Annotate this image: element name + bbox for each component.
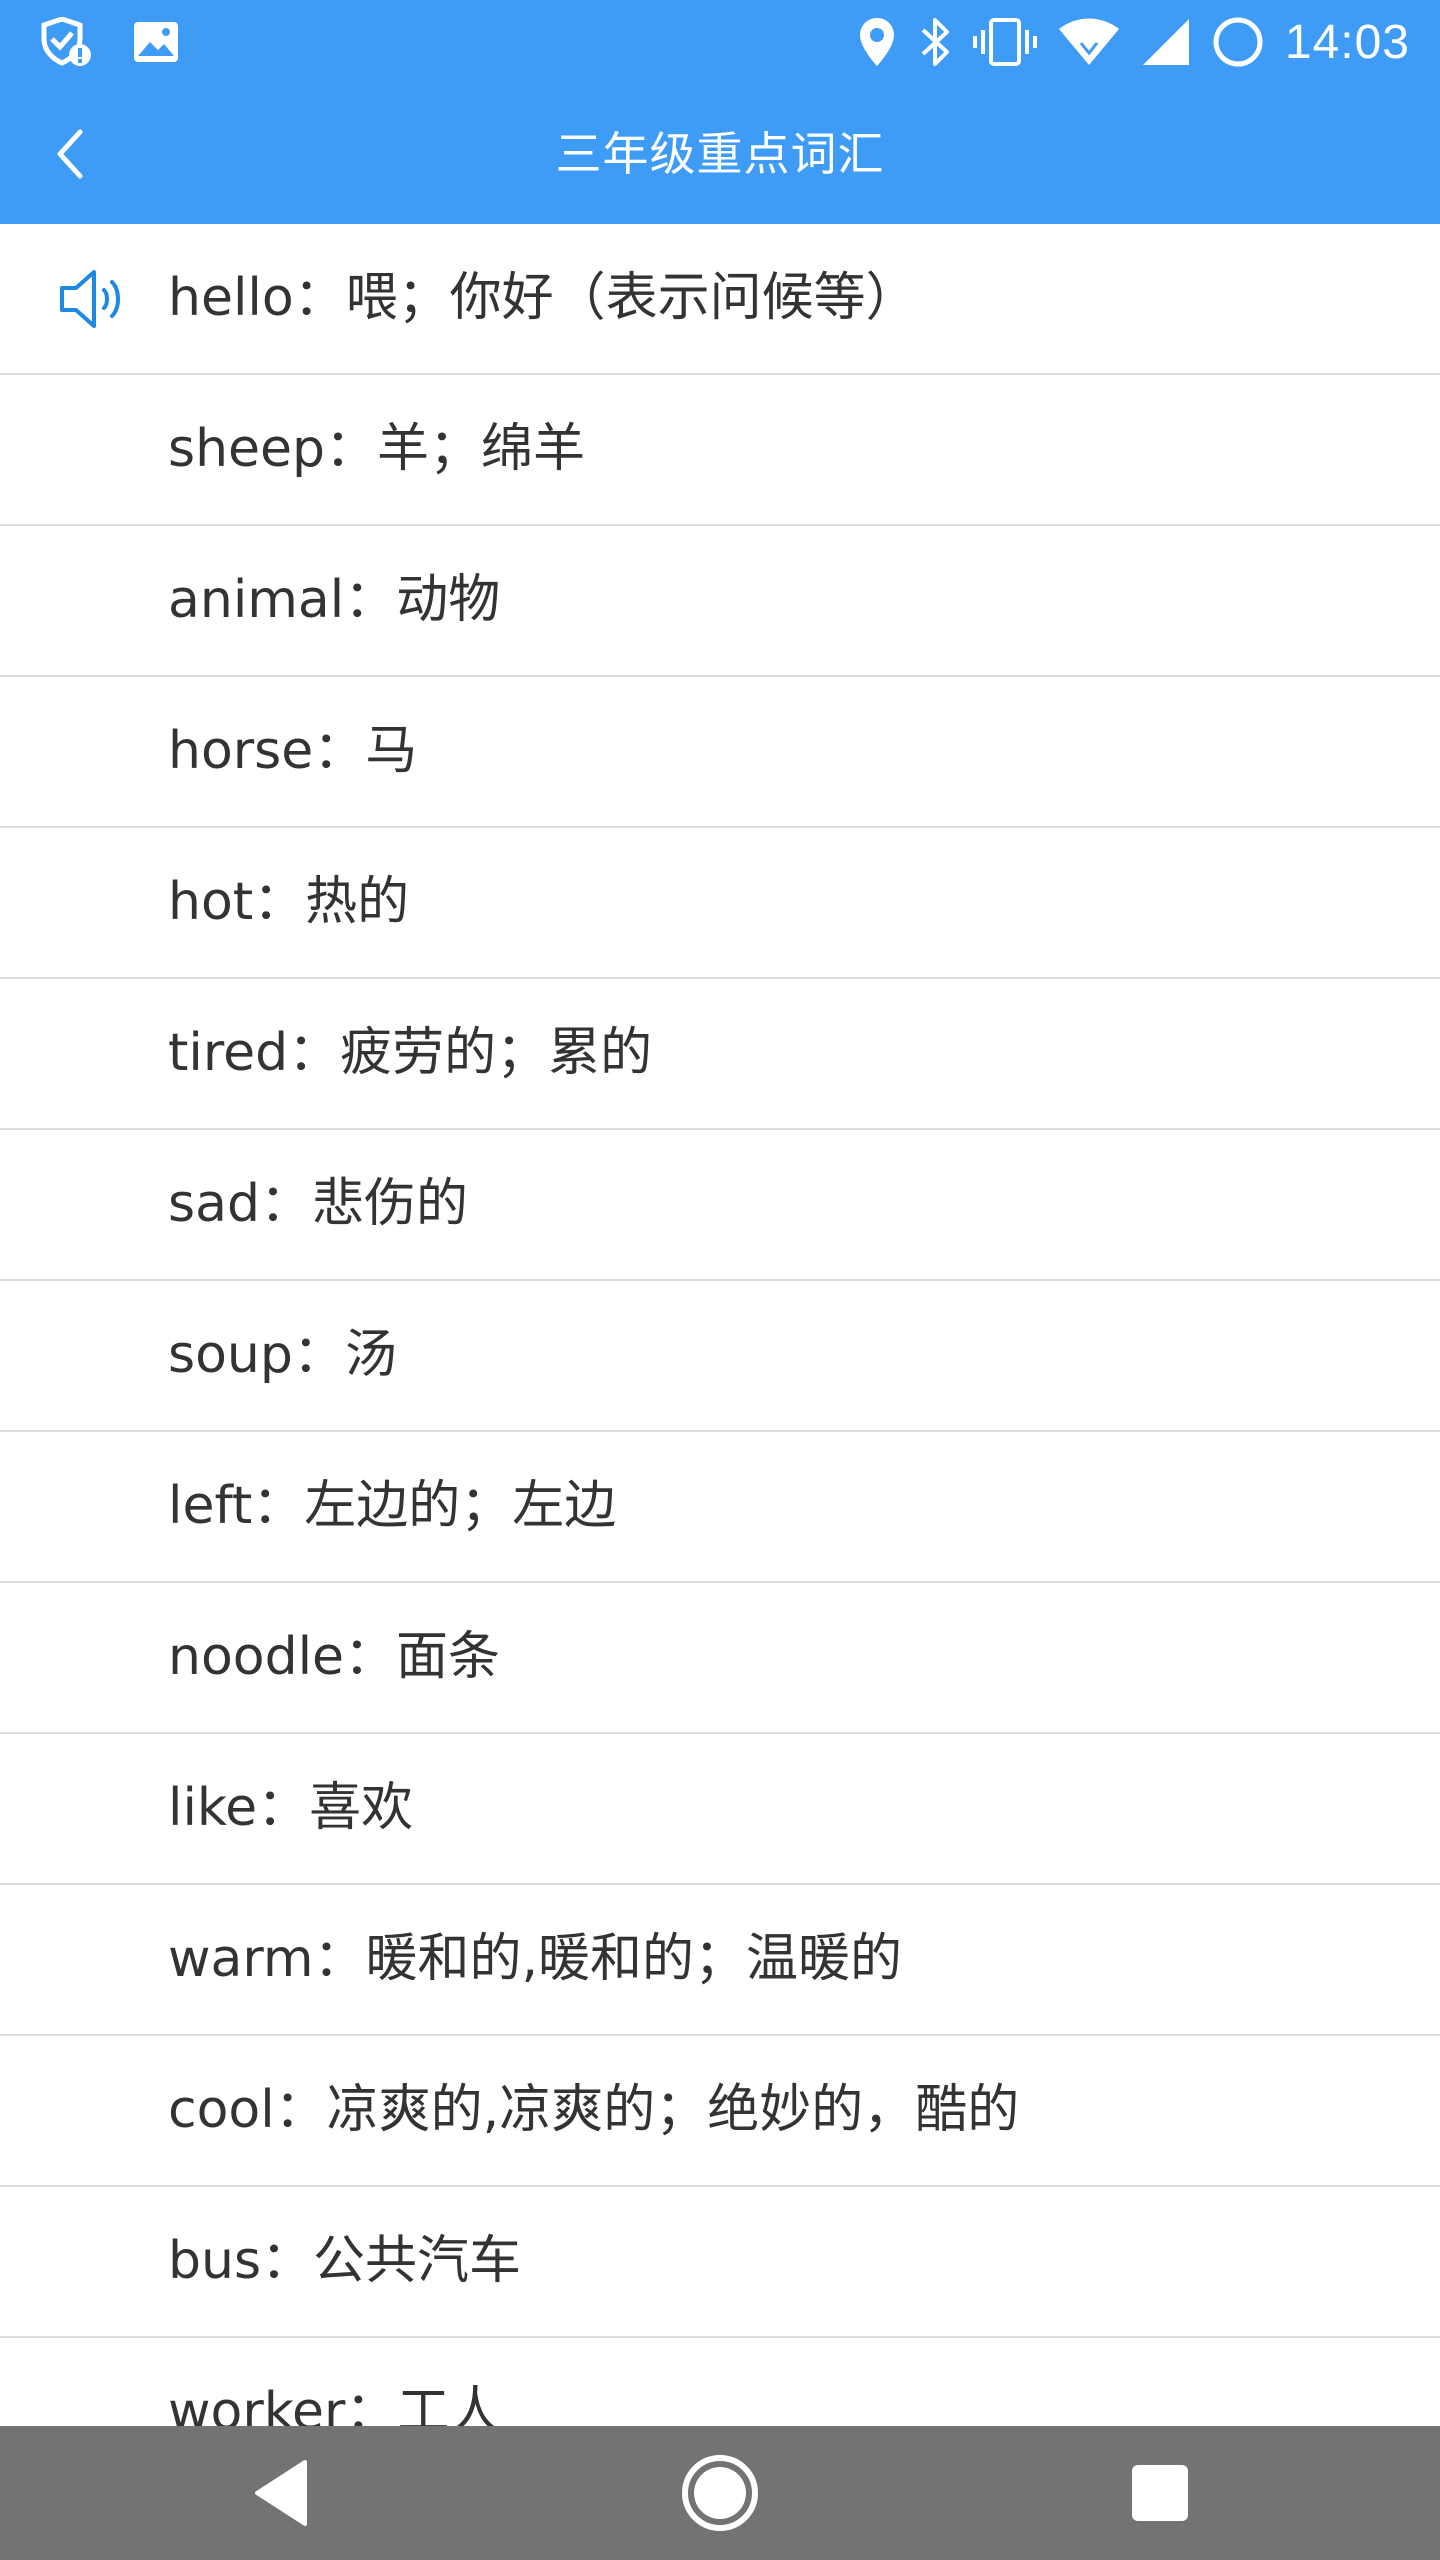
word-text: sad：悲伤的 xyxy=(168,1174,468,1234)
word-row[interactable]: horse：马 xyxy=(0,677,1440,828)
status-time: 14:03 xyxy=(1284,15,1410,69)
word-list: hello：喂；你好（表示问候等） sheep：羊；绵羊 animal：动物 hors… xyxy=(0,224,1440,2426)
image-icon xyxy=(134,22,178,62)
word-row[interactable]: sad：悲伤的 xyxy=(0,1130,1440,1281)
back-button[interactable] xyxy=(30,119,110,189)
notification-shield-icon xyxy=(41,17,91,66)
word-text: left：左边的；左边 xyxy=(168,1476,617,1536)
speaker-icon[interactable] xyxy=(58,266,130,332)
word-text: like：喜欢 xyxy=(168,1778,414,1838)
word-text: warm：暖和的,暖和的；温暖的 xyxy=(168,1929,903,1989)
location-icon xyxy=(859,18,894,66)
bluetooth-icon xyxy=(921,18,949,66)
nav-home-button[interactable] xyxy=(680,2453,760,2533)
word-text: tired：疲劳的；累的 xyxy=(168,1023,653,1083)
word-row[interactable]: like：喜欢 xyxy=(0,1734,1440,1885)
nav-back-button[interactable] xyxy=(241,2453,321,2533)
word-text: soup：汤 xyxy=(168,1325,397,1385)
word-row[interactable]: animal：动物 xyxy=(0,526,1440,677)
word-row[interactable]: bus：公共汽车 xyxy=(0,2187,1440,2338)
word-text: sheep：羊；绵羊 xyxy=(168,419,586,479)
word-text: animal：动物 xyxy=(168,570,501,630)
word-text: noodle：面条 xyxy=(168,1627,501,1687)
word-row[interactable]: noodle：面条 xyxy=(0,1583,1440,1734)
home-circle-icon xyxy=(682,2455,758,2531)
chevron-left-icon xyxy=(57,129,83,179)
status-bar: 14:03 xyxy=(0,0,1440,84)
screen: 14:03 三年级重点词汇 hello：喂；你好（表示问候等） sheep：羊；绵… xyxy=(0,0,1440,2560)
word-text: worker：工人 xyxy=(168,2382,502,2426)
word-row[interactable]: hello：喂；你好（表示问候等） xyxy=(0,224,1440,375)
signal-icon xyxy=(1142,19,1189,65)
word-row[interactable]: hot：热的 xyxy=(0,828,1440,979)
word-text: cool：凉爽的,凉爽的；绝妙的，酷的 xyxy=(168,2080,1020,2140)
word-text: horse：马 xyxy=(168,721,418,781)
app-bar: 三年级重点词汇 xyxy=(0,84,1440,224)
vibrate-icon xyxy=(972,18,1037,66)
word-row[interactable]: worker：工人 xyxy=(0,2338,1440,2426)
word-row[interactable]: soup：汤 xyxy=(0,1281,1440,1432)
navigation-bar xyxy=(0,2426,1440,2560)
word-row[interactable]: cool：凉爽的,凉爽的；绝妙的，酷的 xyxy=(0,2036,1440,2187)
recents-square-icon xyxy=(1132,2465,1188,2521)
word-text: hello：喂；你好（表示问候等） xyxy=(168,268,918,328)
nav-recents-button[interactable] xyxy=(1120,2453,1200,2533)
status-left-icons xyxy=(38,17,180,66)
wifi-icon xyxy=(1058,18,1119,65)
word-row[interactable]: sheep：羊；绵羊 xyxy=(0,375,1440,526)
word-text: bus：公共汽车 xyxy=(168,2231,522,2291)
word-text: hot：热的 xyxy=(168,872,410,932)
battery-circle-icon xyxy=(1213,17,1263,67)
word-row[interactable]: tired：疲劳的；累的 xyxy=(0,979,1440,1130)
word-row[interactable]: warm：暖和的,暖和的；温暖的 xyxy=(0,1885,1440,2036)
status-right-icons: 14:03 xyxy=(857,14,1410,70)
back-triangle-icon xyxy=(255,2460,307,2526)
page-title: 三年级重点词汇 xyxy=(555,127,885,181)
word-row[interactable]: left：左边的；左边 xyxy=(0,1432,1440,1583)
